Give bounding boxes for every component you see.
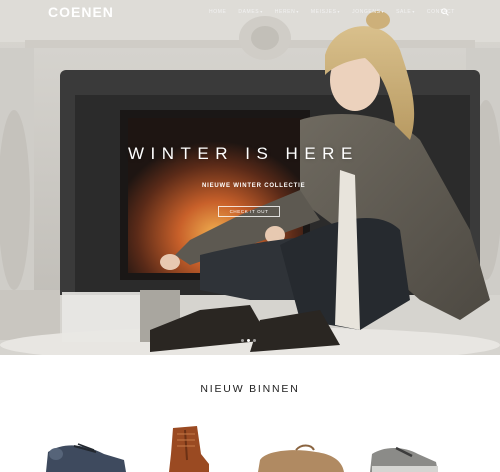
- menu-item-meisjes[interactable]: MEISJES▾: [305, 9, 346, 15]
- menu-item-dames[interactable]: DAMES▾: [232, 9, 268, 15]
- product-image-grey-sneaker[interactable]: [368, 444, 440, 472]
- logo[interactable]: COENEN: [48, 4, 114, 20]
- menu-item-jongens[interactable]: JONGENS▾: [346, 9, 390, 15]
- top-navigation: COENEN HOME DAMES▾ HEREN▾ MEISJES▾ JONGE…: [0, 0, 500, 26]
- check-it-out-button[interactable]: CHECK IT OUT: [218, 206, 280, 217]
- caret-down-icon: ▾: [337, 9, 341, 14]
- caret-down-icon: ▾: [260, 9, 263, 14]
- caret-down-icon: ▾: [412, 9, 415, 14]
- hero-subline: NIEUWE WINTER COLLECTIE: [202, 183, 306, 189]
- product-image-tan-moccasin[interactable]: [256, 444, 346, 472]
- slider-dot[interactable]: [253, 339, 256, 342]
- hero-banner[interactable]: COENEN HOME DAMES▾ HEREN▾ MEISJES▾ JONGE…: [0, 0, 500, 355]
- product-carousel: [0, 420, 500, 472]
- menu-item-home[interactable]: HOME: [203, 9, 232, 15]
- hero-headline: WINTER IS HERE: [128, 144, 359, 163]
- caret-down-icon: ▾: [381, 9, 385, 14]
- hero-photo: [0, 0, 500, 355]
- menu-item-sale[interactable]: SALE▾: [390, 9, 421, 15]
- product-image-cognac-boot[interactable]: [163, 424, 213, 472]
- slider-dot[interactable]: [241, 339, 244, 342]
- caret-down-icon: ▾: [296, 9, 299, 14]
- search-icon[interactable]: [441, 8, 449, 16]
- main-menu: HOME DAMES▾ HEREN▾ MEISJES▾ JONGENS▾ SAL…: [203, 9, 461, 15]
- slider-dot-active[interactable]: [247, 339, 250, 342]
- section-title-new-arrivals: NIEUW BINNEN: [200, 383, 300, 395]
- product-image-blue-sneaker[interactable]: [44, 438, 129, 472]
- slider-dots: [241, 339, 256, 342]
- menu-item-heren[interactable]: HEREN▾: [269, 9, 305, 15]
